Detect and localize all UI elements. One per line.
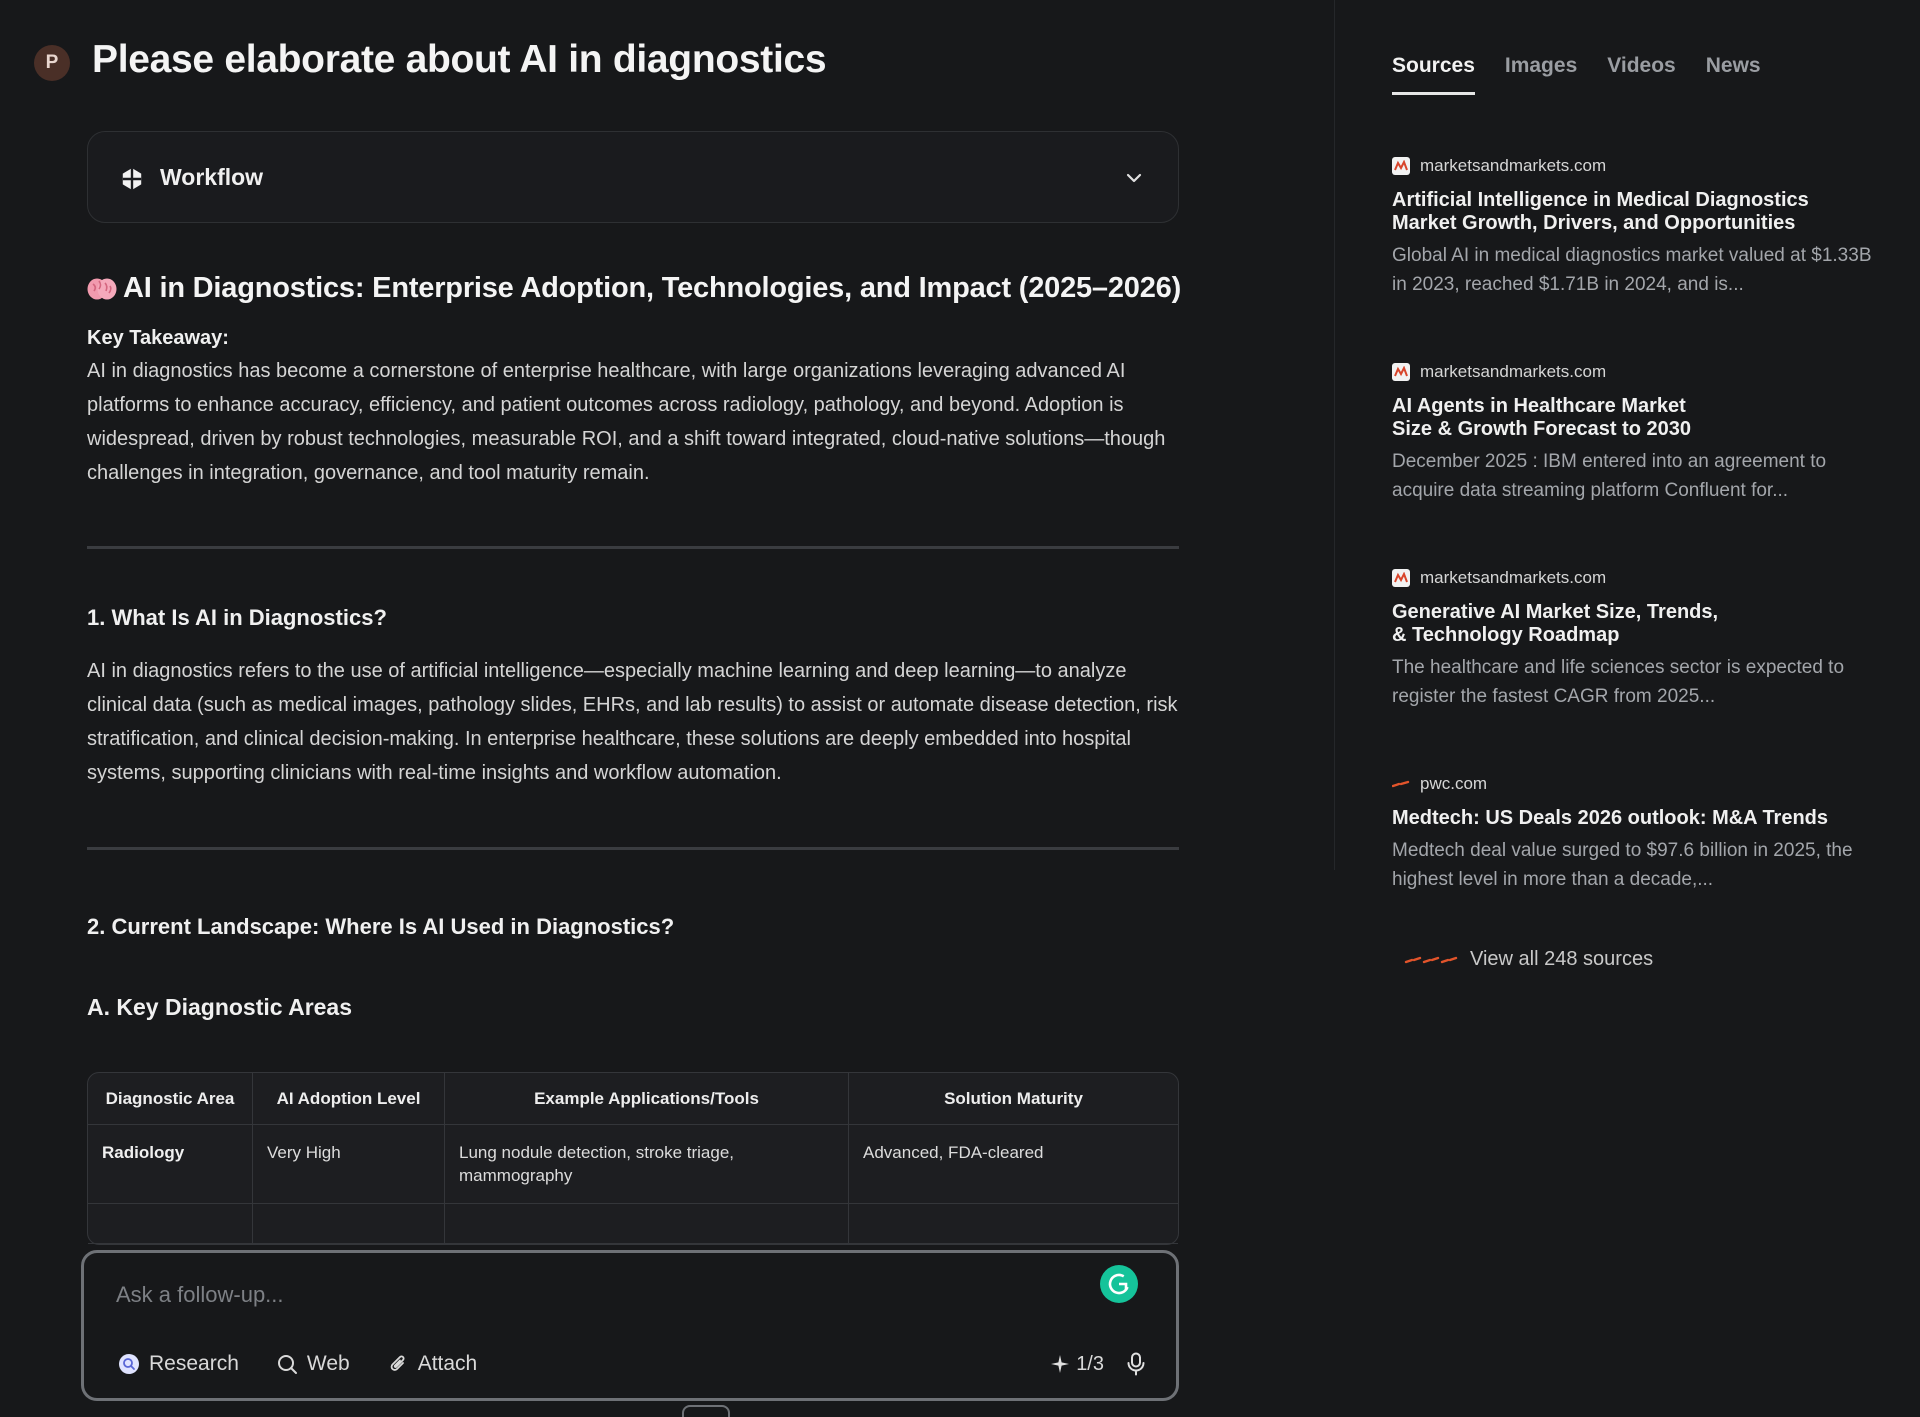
paperclip-icon xyxy=(390,1355,405,1371)
divider xyxy=(87,546,1179,549)
key-takeaway-label: Key Takeaway: xyxy=(87,327,229,349)
chevron-down-icon[interactable] xyxy=(1124,168,1144,188)
web-button[interactable]: Web xyxy=(277,1352,350,1376)
answer-heading-text: AI in Diagnostics: Enterprise Adoption, … xyxy=(123,272,1182,304)
source-snippet: The healthcare and life sciences sector … xyxy=(1392,657,1845,707)
section-1-heading: 1. What Is AI in Diagnostics? xyxy=(87,605,387,630)
answer-heading: AI in Diagnostics: Enterprise Adoption, … xyxy=(87,262,1182,314)
source-title: AI Agents in Healthcare Market Size & Gr… xyxy=(1392,395,1691,440)
research-button[interactable]: Research xyxy=(118,1352,239,1376)
table-cell: Very High xyxy=(253,1125,445,1204)
page-title: Please elaborate about AI in diagnostics xyxy=(92,38,827,81)
table-row xyxy=(88,1204,1178,1244)
model-counter[interactable]: 1/3 xyxy=(1050,1353,1104,1376)
followup-right-tools: 1/3 xyxy=(1050,1352,1146,1376)
search-icon xyxy=(277,1354,297,1374)
table-cell xyxy=(253,1204,445,1244)
source-domain: pwc.com xyxy=(1392,773,1872,795)
column-header: AI Adoption Level xyxy=(253,1073,445,1125)
table-cell: Radiology xyxy=(88,1125,253,1204)
sources-tabs: Sources Images Videos News xyxy=(1392,54,1761,95)
tab-news[interactable]: News xyxy=(1706,54,1761,95)
view-all-label: View all 248 sources xyxy=(1470,948,1654,970)
diagnostic-areas-table: Diagnostic Area AI Adoption Level Exampl… xyxy=(87,1072,1179,1245)
counter-label: 1/3 xyxy=(1076,1352,1104,1375)
source-card[interactable]: marketsandmarkets.com Artificial Intelli… xyxy=(1392,155,1872,361)
table-cell xyxy=(88,1204,253,1244)
tab-images[interactable]: Images xyxy=(1505,54,1577,95)
scroll-to-bottom-handle[interactable] xyxy=(682,1405,730,1417)
source-title: Generative AI Market Size, Trends, & Tec… xyxy=(1392,601,1719,646)
source-domain-text: marketsandmarkets.com xyxy=(1420,156,1607,175)
attach-button[interactable]: Attach xyxy=(388,1352,478,1376)
source-snippet: December 2025 : IBM entered into an agre… xyxy=(1392,451,1827,501)
source-domain-text: marketsandmarkets.com xyxy=(1420,362,1607,381)
brain-icon xyxy=(87,278,117,300)
source-snippet: Medtech deal value surged to $97.6 billi… xyxy=(1392,840,1853,890)
workflow-panel[interactable]: Workflow xyxy=(87,131,1179,223)
view-all-sources-link[interactable]: View all 248 sources xyxy=(1404,948,1653,971)
thread-main: P Please elaborate about AI in diagnosti… xyxy=(0,0,1334,1417)
section-2-heading: 2. Current Landscape: Where Is AI Used i… xyxy=(87,914,675,939)
web-label: Web xyxy=(306,1352,350,1375)
table-cell: Lung nodule detection, stroke triage, ma… xyxy=(445,1125,849,1204)
followup-tools: Research Web Attach xyxy=(118,1352,477,1376)
sparkle-icon xyxy=(1051,1355,1070,1373)
tab-videos[interactable]: Videos xyxy=(1607,54,1675,95)
source-domain-text: pwc.com xyxy=(1420,774,1488,793)
followup-input[interactable] xyxy=(116,1273,1016,1317)
subsection-a-heading: A. Key Diagnostic Areas xyxy=(87,994,353,1020)
sources-list: marketsandmarkets.com Artificial Intelli… xyxy=(1392,155,1872,979)
column-header: Solution Maturity xyxy=(849,1073,1178,1125)
avatar[interactable]: P xyxy=(34,45,70,81)
source-domain: marketsandmarkets.com xyxy=(1392,361,1872,383)
followup-box: Research Web Attach xyxy=(81,1250,1179,1401)
markets-favicon-icon xyxy=(1392,363,1410,381)
pwc-favicon-icon xyxy=(1392,780,1410,788)
microphone-icon[interactable] xyxy=(1126,1352,1146,1376)
markets-favicon-icon xyxy=(1392,569,1410,587)
column-header: Diagnostic Area xyxy=(88,1073,253,1125)
divider xyxy=(87,847,1179,850)
source-card[interactable]: marketsandmarkets.com AI Agents in Healt… xyxy=(1392,361,1872,567)
table-header-row: Diagnostic Area AI Adoption Level Exampl… xyxy=(88,1073,1178,1125)
source-card[interactable]: marketsandmarkets.com Generative AI Mark… xyxy=(1392,567,1872,773)
source-title: Medtech: US Deals 2026 outlook: M&A Tren… xyxy=(1392,807,1829,829)
grammarly-icon[interactable] xyxy=(1100,1265,1138,1303)
panel-divider xyxy=(1334,0,1335,870)
table-cell xyxy=(445,1204,849,1244)
research-label: Research xyxy=(149,1352,239,1375)
workflow-label: Workflow xyxy=(160,164,264,190)
workflow-icon xyxy=(122,168,142,190)
app: P Please elaborate about AI in diagnosti… xyxy=(0,0,1920,1417)
source-domain-text: marketsandmarkets.com xyxy=(1420,568,1607,587)
key-takeaway-text: AI in diagnostics has become a cornersto… xyxy=(87,360,1166,484)
source-domain: marketsandmarkets.com xyxy=(1392,155,1872,177)
research-icon xyxy=(119,1354,139,1374)
tab-sources[interactable]: Sources xyxy=(1392,54,1475,95)
source-snippet: Global AI in medical diagnostics market … xyxy=(1392,245,1872,295)
attach-label: Attach xyxy=(417,1352,478,1375)
source-favicons-icon xyxy=(1404,956,1458,963)
answer-content: AI in Diagnostics: Enterprise Adoption, … xyxy=(87,262,1182,1245)
source-domain: marketsandmarkets.com xyxy=(1392,567,1872,589)
table-cell: Advanced, FDA-cleared xyxy=(849,1125,1178,1204)
table-cell xyxy=(849,1204,1178,1244)
section-1-text: AI in diagnostics refers to the use of a… xyxy=(87,660,1178,784)
column-header: Example Applications/Tools xyxy=(445,1073,849,1125)
source-title: Artificial Intelligence in Medical Diagn… xyxy=(1392,189,1809,234)
table-row: Radiology Very High Lung nodule detectio… xyxy=(88,1125,1178,1204)
markets-favicon-icon xyxy=(1392,157,1410,175)
